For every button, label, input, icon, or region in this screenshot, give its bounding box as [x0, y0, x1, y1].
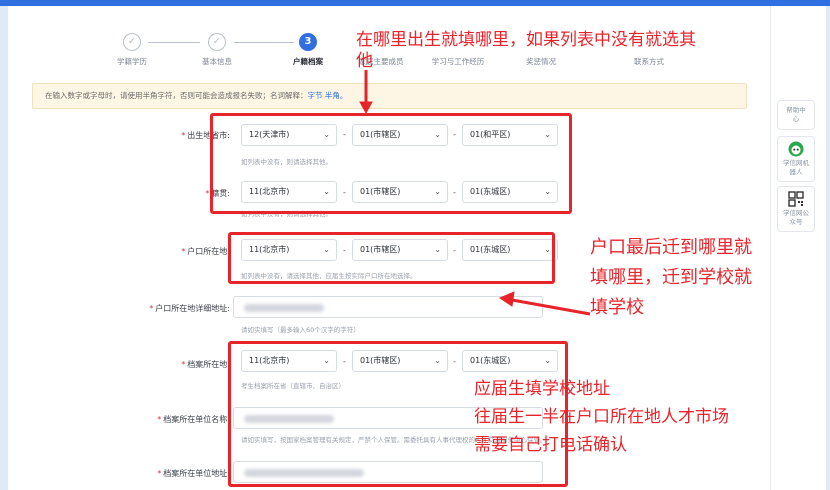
- step-2[interactable]: ✓ 基本信息: [182, 33, 252, 67]
- step-label: 基本信息: [202, 57, 232, 66]
- archive-unit-label: * 档案所在单位名称:: [157, 415, 230, 424]
- robot-button[interactable]: 学信网机器人: [777, 136, 815, 182]
- robot-label: 学信网机器人: [783, 159, 809, 176]
- help-center-label: 帮助中心: [786, 106, 806, 123]
- step-3[interactable]: 3 户籍档案: [273, 33, 343, 67]
- notice-link[interactable]: 字节 半角。: [308, 91, 348, 100]
- annotation-archive-line3: 需要自己打电话确认: [474, 435, 627, 455]
- archive-label: * 档案所在地:: [181, 360, 230, 369]
- annotation-hukou-line3: 填学校: [590, 297, 644, 318]
- step-1[interactable]: ✓ 学籍学历: [97, 33, 167, 67]
- archive-address-label: * 档案所在单位地址:: [157, 469, 230, 478]
- annotation-archive-line2: 往届生一半在户口所在地人才市场: [474, 407, 729, 427]
- hukou-label: * 户口所在地:: [181, 247, 230, 256]
- step-number: 3: [299, 33, 317, 51]
- annotation-hukou-line1: 户口最后迁到哪里就: [590, 237, 752, 258]
- annotation-box-hukou: [228, 232, 555, 284]
- check-icon: ✓: [208, 33, 226, 51]
- qr-code-icon: [788, 191, 804, 207]
- step-label: 学籍学历: [117, 57, 147, 66]
- annotation-hukou-line2: 填哪里，迁到学校就: [590, 267, 752, 288]
- official-account-label: 学信网公众号: [783, 209, 809, 226]
- notice-text: 在输入数字或字母时，请使用半角字符，否则可能会造成报名失败；名词解释：: [45, 91, 308, 100]
- step-label: 奖惩情况: [526, 57, 556, 66]
- right-sidebar: [770, 6, 826, 490]
- annotation-arrows: [359, 70, 591, 316]
- robot-icon: [788, 141, 804, 157]
- redacted-text: [244, 304, 324, 312]
- notice-bar: 在输入数字或字母时，请使用半角字符，否则可能会造成报名失败；名词解释：字节 半角…: [32, 83, 747, 109]
- annotation-box-birthplace: [210, 113, 572, 214]
- official-account-button[interactable]: 学信网公众号: [777, 186, 815, 232]
- annotation-birthplace-line1: 在哪里出生就填哪里，如果列表中没有就选其: [356, 30, 696, 50]
- check-icon: ✓: [123, 33, 141, 51]
- annotation-birthplace-line2: 他: [356, 51, 373, 71]
- step-label: 学习与工作经历: [431, 57, 485, 66]
- annotation-archive-line1: 应届生填学校地址: [474, 379, 610, 399]
- hukou-detail-input[interactable]: [233, 296, 543, 318]
- hukou-detail-hint: 请如实填写（最多输入60个汉字的字符）: [241, 326, 360, 334]
- step-label: 户籍档案: [293, 57, 323, 66]
- hukou-detail-label: * 户口所在地详细地址:: [149, 304, 230, 313]
- help-center-button[interactable]: 帮助中心: [777, 100, 815, 130]
- step-label: 联系方式: [634, 57, 664, 66]
